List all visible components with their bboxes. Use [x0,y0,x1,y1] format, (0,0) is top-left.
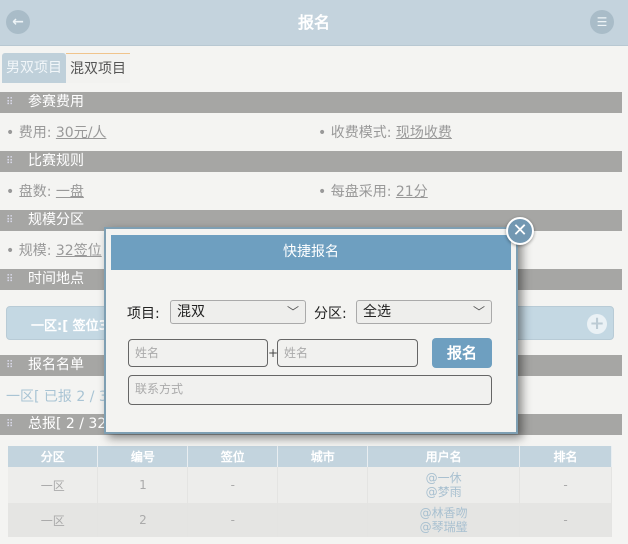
zone-label: 分区: [314,306,347,322]
project-select-value: 混双 [177,304,205,320]
chevron-down-icon: ﹀ [472,305,485,319]
page-title: 报名 [297,13,330,32]
bullet: • [318,125,331,141]
registration-table: 分区 编号 签位 城市 用户名 排名 一区 1 - @一休 @梦雨 - 一区 2 … [8,446,612,537]
col-header: 排名 [519,446,612,467]
section-fee-header: ⠿ 参赛费用 [0,92,622,113]
per-label: 每盘采用: [330,184,392,200]
dialog-title: 快捷报名 [111,235,511,270]
bullet: • [6,184,19,200]
fee-label: 费用: [18,125,52,141]
section-title: 参赛费用 [28,94,84,110]
cell-seed: - [187,503,279,537]
col-header: 分区 [8,446,99,467]
sets-label: 盘数: [18,184,52,200]
zone-select-value: 全选 [363,304,391,320]
chevron-down-icon: ﹀ [286,305,299,319]
cell-city [277,503,369,537]
menu-icon[interactable]: ☰ [590,10,614,34]
grip-icon: ⠿ [6,156,14,167]
cell-city [277,467,369,503]
sets-value: 一盘 [55,184,84,200]
grip-icon: ⠿ [6,419,14,430]
cell-no: 1 [97,467,189,503]
contact-input[interactable]: 联系方式 [128,375,492,405]
project-select[interactable]: 混双 ﹀ [170,300,306,324]
grip-icon: ⠿ [6,274,14,285]
zone-select[interactable]: 全选 ﹀ [356,300,492,324]
bullet: • [318,184,331,200]
grip-icon: ⠿ [6,97,14,108]
name2-input[interactable]: 姓名 [277,339,418,367]
bullet: • [6,125,19,141]
event-tabs: 男双项目 混双项目 [0,50,628,84]
mode-label: 收费模式: [330,125,392,141]
user-link[interactable]: @梦雨 [368,485,519,499]
section-rules-header: ⠿ 比赛规则 [0,151,622,172]
rules-row: • 盘数: 一盘 • 每盘采用: 21分 [0,177,622,203]
size-value: 32签位 [55,243,102,259]
bullet: • [6,243,19,259]
cell-users: @林香吻 @琴瑞璧 [367,503,521,537]
close-icon[interactable]: ✕ [506,217,534,245]
user-link[interactable]: @林香吻 [368,506,519,520]
mode-value: 现场收费 [395,125,452,141]
col-header: 用户名 [367,446,521,467]
app-header: ← 报名 ☰ [0,0,628,46]
section-title: 总报[ 2 / 32 [28,416,107,432]
per-value: 21分 [395,184,428,200]
grip-icon: ⠿ [6,360,14,371]
project-label: 项目: [127,306,160,322]
cell-zone: 一区 [8,503,99,537]
name1-input[interactable]: 姓名 [128,339,268,367]
user-link[interactable]: @琴瑞璧 [368,520,519,534]
table-row: 一区 2 - @林香吻 @琴瑞璧 - [8,503,612,537]
col-header: 城市 [277,446,369,467]
cell-seed: - [187,467,279,503]
section-title: 报名名单 [28,357,84,373]
cell-rank: - [519,467,612,503]
fee-row: • 费用: 30元/人 • 收费模式: 现场收费 [0,118,622,144]
section-title: 比赛规则 [28,153,84,169]
user-link[interactable]: @一休 [368,471,519,485]
tab-mens-doubles[interactable]: 男双项目 [2,53,66,83]
table-header-row: 分区 编号 签位 城市 用户名 排名 [8,446,612,467]
plus-icon[interactable]: + [587,314,607,334]
cell-no: 2 [97,503,189,537]
submit-register-button[interactable]: 报名 [432,338,492,368]
cell-zone: 一区 [8,467,99,503]
size-label: 规模: [18,243,52,259]
tab-mixed-doubles[interactable]: 混双项目 [66,53,130,83]
section-title: 规模分区 [28,212,84,228]
cell-users: @一休 @梦雨 [367,467,521,503]
grip-icon: ⠿ [6,215,14,226]
fee-value: 30元/人 [55,125,107,141]
section-title: 时间地点 [28,271,84,287]
cell-rank: - [519,503,612,537]
registration-info[interactable]: 一区[ 已报 2 / 3 [6,386,108,406]
table-row: 一区 1 - @一休 @梦雨 - [8,467,612,503]
col-header: 编号 [97,446,189,467]
col-header: 签位 [187,446,279,467]
